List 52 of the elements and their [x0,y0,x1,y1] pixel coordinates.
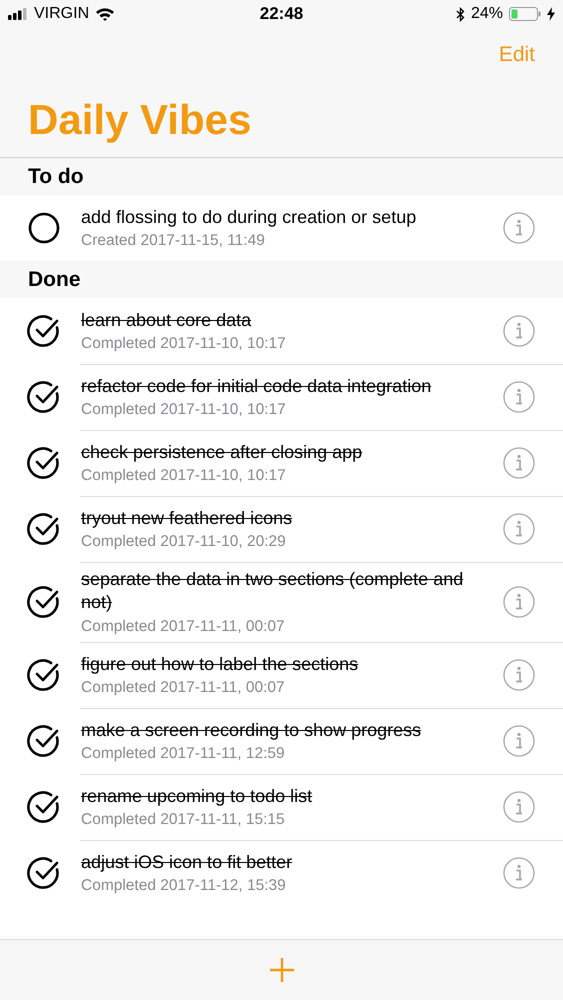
info-icon[interactable] [503,724,535,757]
task-title: tryout new feathered icons [81,506,294,530]
checkmark-circle-icon[interactable] [27,512,61,546]
task-timestamp: Completed 2017-11-10, 10:17 [81,401,287,420]
info-icon[interactable] [503,315,535,347]
task-title: refactor code for initial code data integration [81,374,432,398]
info-icon[interactable] [503,586,535,618]
charging-bolt-icon [547,7,555,21]
checkmark-circle-icon[interactable] [27,790,61,824]
section-header: Done [0,261,563,298]
carrier-name: VIRGIN [34,5,90,23]
checkmark-circle-icon[interactable] [27,314,61,348]
section-header: To do [0,158,563,195]
task-title: adjust iOS icon to fit better [81,850,294,874]
info-icon[interactable] [503,513,535,545]
task-timestamp: Completed 2017-11-10, 10:17 [81,335,287,354]
battery-percent: 24% [470,5,503,23]
task-timestamp: Completed 2017-11-11, 00:07 [81,678,286,697]
task-timestamp: Completed 2017-11-11, 00:07 [81,618,286,636]
task-title: add flossing to do during creation or setup [81,206,418,229]
info-icon[interactable] [503,658,535,691]
task-timestamp: Created 2017-11-15, 11:49 [81,232,266,250]
task-timestamp: Completed 2017-11-12, 15:39 [81,876,287,895]
task-timestamp: Completed 2017-11-10, 10:17 [81,467,287,486]
bluetooth-icon [456,6,465,22]
task-timestamp: Completed 2017-11-11, 15:15 [81,810,286,829]
checkmark-circle-icon[interactable] [27,584,61,619]
info-icon[interactable] [503,447,535,479]
checkmark-circle-icon[interactable] [27,658,61,692]
task-title: learn about core data [81,308,252,332]
task-title: check persistence after closing app [81,440,364,464]
checkmark-circle-icon[interactable] [27,724,61,758]
battery-icon [509,7,541,21]
clock-time: 22:48 [260,4,304,24]
checkmark-circle-icon[interactable] [27,446,61,480]
task-title: rename upcoming to todo list [81,784,314,808]
task-title: make a screen recording to show progress [81,718,422,742]
info-icon[interactable] [503,212,535,244]
info-icon[interactable] [503,381,535,413]
empty-circle-icon[interactable] [27,211,61,245]
info-icon[interactable] [503,856,535,889]
info-icon[interactable] [503,790,535,823]
wifi-icon [95,7,116,21]
checkmark-circle-icon[interactable] [27,380,61,414]
task-title: separate the data in two sections (complete and not) [81,568,464,614]
edit-button[interactable]: Edit [498,41,535,69]
add-icon[interactable] [268,957,294,983]
task-timestamp: Completed 2017-11-11, 12:59 [81,744,286,763]
task-title: figure out how to label the sections [81,652,360,676]
checkmark-circle-icon[interactable] [27,856,61,890]
signal-icon [8,8,28,20]
task-timestamp: Completed 2017-11-10, 20:29 [81,533,287,552]
